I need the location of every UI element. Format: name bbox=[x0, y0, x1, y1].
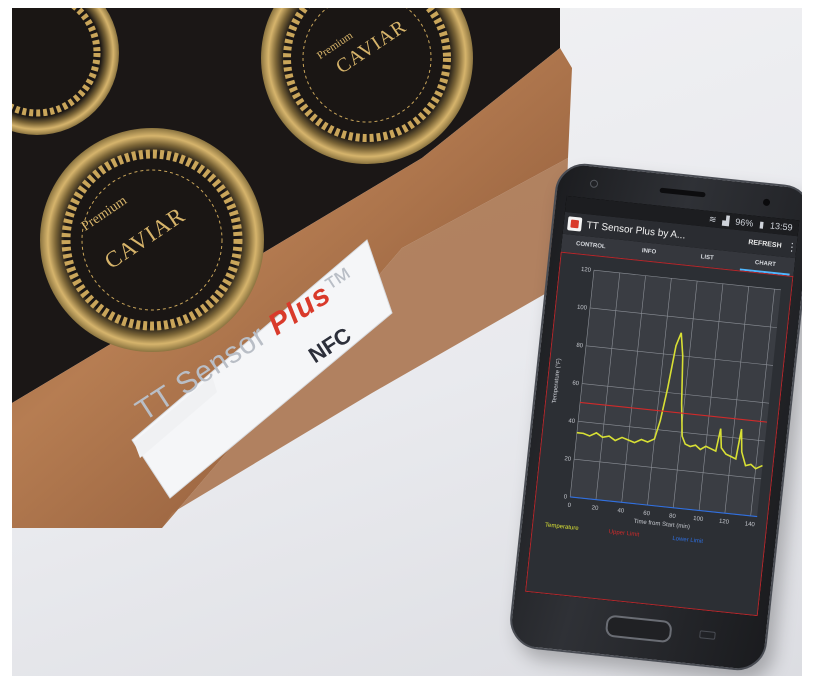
x-tick-label: 0 bbox=[567, 503, 572, 509]
y-tick-label: 40 bbox=[568, 418, 576, 425]
x-tick-label: 60 bbox=[643, 511, 651, 518]
back-key-icon[interactable] bbox=[699, 630, 716, 640]
temperature-chart: 0 20 40 60 80 100 120 140 0 20 40 60 80 100 120 Time fr… bbox=[524, 251, 794, 617]
phone-screen: ≋ ▟ 96% ▮ 13:59 TT Sensor Plus by A... R… bbox=[524, 195, 800, 617]
tab-label: LIST bbox=[700, 254, 714, 262]
overflow-menu-icon[interactable]: ⋮ bbox=[786, 240, 798, 254]
x-tick-label: 120 bbox=[719, 519, 730, 526]
y-tick-label: 20 bbox=[564, 456, 572, 463]
smartphone: ≋ ▟ 96% ▮ 13:59 TT Sensor Plus by A... R… bbox=[507, 160, 802, 674]
y-tick-label: 100 bbox=[577, 305, 588, 312]
x-tick-label: 100 bbox=[693, 516, 704, 523]
x-tick-label: 20 bbox=[591, 505, 599, 512]
y-tick-label: 120 bbox=[581, 267, 592, 274]
chart-svg: 0 20 40 60 80 100 120 140 0 20 40 60 80 100 120 Time fr… bbox=[545, 267, 781, 545]
refresh-button[interactable]: REFRESH bbox=[748, 239, 782, 249]
x-tick-label: 80 bbox=[669, 513, 677, 520]
x-tick-label: 140 bbox=[744, 521, 755, 528]
signal-icon: ▟ bbox=[722, 214, 730, 226]
y-tick-label: 60 bbox=[572, 381, 580, 388]
product-photo: Premium CAVIAR Premium CAVIAR TT Sensor … bbox=[12, 8, 802, 676]
y-tick-label: 80 bbox=[576, 343, 584, 350]
legend-entry: Temperature bbox=[545, 522, 580, 532]
tab-label: CONTROL bbox=[575, 241, 606, 251]
x-axis-label: Time from Start (min) bbox=[633, 519, 690, 531]
wifi-icon: ≋ bbox=[708, 213, 718, 225]
tab-label: CHART bbox=[754, 259, 777, 269]
app-logo-icon bbox=[567, 216, 583, 232]
status-time: 13:59 bbox=[769, 220, 794, 233]
x-tick-label: 40 bbox=[617, 508, 625, 515]
tab-label: INFO bbox=[641, 248, 657, 256]
battery-icon: ▮ bbox=[758, 218, 765, 230]
y-axis-label: Temperature (°F) bbox=[552, 358, 563, 404]
y-tick-label: 0 bbox=[563, 494, 568, 500]
legend-entry: Upper Limit bbox=[608, 529, 639, 538]
battery-level: 96% bbox=[734, 216, 754, 229]
legend-entry: Lower Limit bbox=[672, 536, 703, 545]
